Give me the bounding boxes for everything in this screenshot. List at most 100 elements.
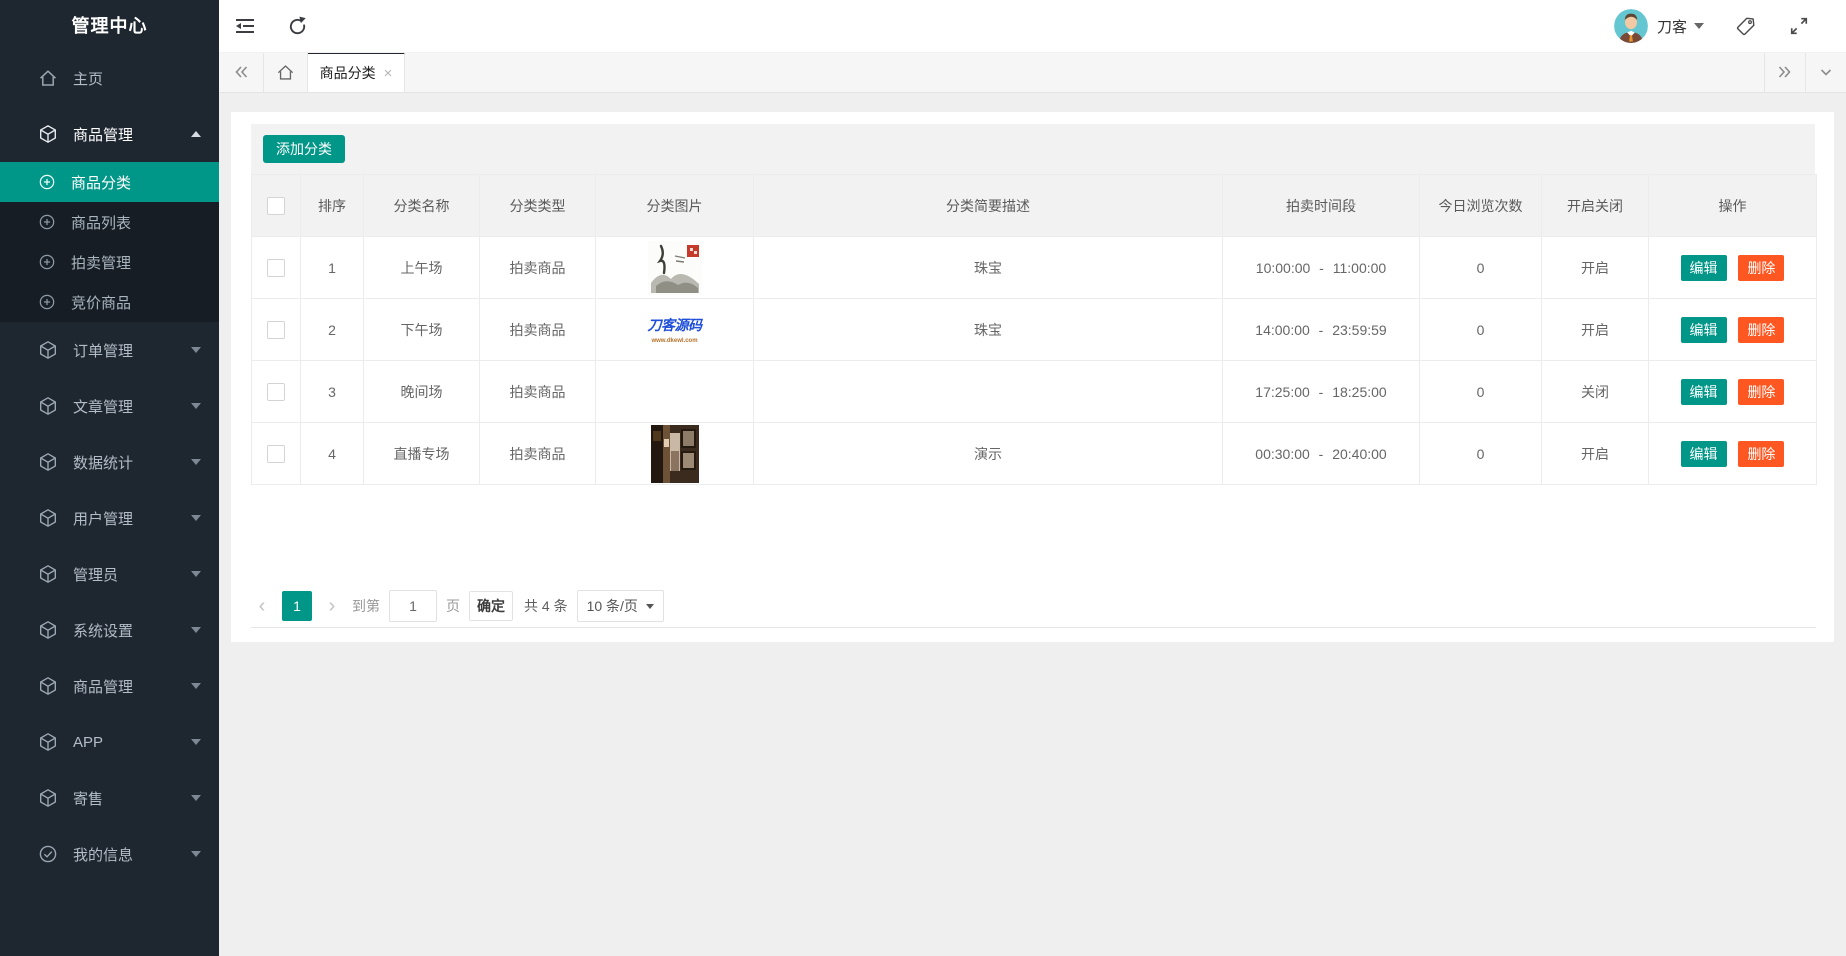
next-page-button[interactable]: › [321,591,343,621]
cell-desc: 演示 [753,422,1223,485]
goto-page-input[interactable] [389,590,437,622]
row-checkbox[interactable] [267,382,285,401]
chevron-down-icon [191,795,201,801]
tabs-menu-button[interactable] [1805,52,1846,92]
cell-time: 17:25:00 - 18:25:00 [1222,360,1420,423]
sidebar-group-orders[interactable]: 订单管理 [0,322,219,378]
sidebar-item-goods-category[interactable]: 商品分类 [0,162,219,202]
top-header: 刀客 [219,0,1846,53]
logo-url-text: www.dkewl.com [651,338,698,344]
cell-order: 3 [300,360,364,423]
column-header-actions: 操作 [1648,174,1817,237]
sidebar-group-label: 用户管理 [73,510,134,528]
sidebar-fold-button[interactable] [219,0,271,52]
total-count-label: 共 4 条 [524,598,568,614]
daoke-logo-thumbnail: 刀客源码 www.dkewl.com [646,315,704,344]
prev-page-button[interactable]: ‹ [251,591,273,621]
column-header-views: 今日浏览次数 [1419,174,1542,237]
column-header-time: 拍卖时间段 [1222,174,1420,237]
double-chevron-right-icon [1776,63,1794,81]
close-icon[interactable]: × [384,66,393,81]
cell-time: 00:30:00 - 20:40:00 [1222,422,1420,485]
sidebar-group-statistics[interactable]: 数据统计 [0,434,219,490]
sidebar-group-label: 数据统计 [73,454,134,472]
edit-button[interactable]: 编辑 [1680,316,1727,343]
sidebar-submenu: 商品分类 商品列表 拍卖管理 竞价商品 [0,162,219,322]
table-toolbar: 添加分类 [251,124,1815,174]
chevron-down-icon [191,515,201,521]
chevron-down-icon [191,403,201,409]
sidebar-group-label: 系统设置 [73,622,134,640]
add-category-button[interactable]: 添加分类 [263,135,345,163]
topbar-right-cluster: 刀客 [1613,0,1846,52]
tab-bar: 商品分类 × [219,52,1846,93]
tag-button[interactable] [1718,0,1772,52]
delete-button[interactable]: 删除 [1738,254,1785,281]
chevron-down-icon [191,347,201,353]
tab-goods-category[interactable]: 商品分类 × [308,52,405,92]
cell-desc [753,360,1223,423]
avatar [1613,9,1648,43]
sidebar-group-admins[interactable]: 管理员 [0,546,219,602]
row-checkbox[interactable] [267,258,285,277]
sidebar-group-label: 寄售 [73,790,104,808]
page-size-value: 10 条/页 [586,598,638,614]
column-header-order: 排序 [300,174,364,237]
sidebar-item-bidding-goods[interactable]: 竞价商品 [0,282,219,322]
sidebar-group-goods-management[interactable]: 商品管理 [0,106,219,162]
sidebar-item-goods-list[interactable]: 商品列表 [0,202,219,242]
table-row: 3 晚间场 拍卖商品 17:25:00 - 18:25:00 0 关闭 编辑 删… [251,360,1817,423]
cell-time: 14:00:00 - 23:59:59 [1222,298,1420,361]
table-bottom-spacer [251,485,1815,585]
sidebar-group-system-settings[interactable]: 系统设置 [0,602,219,658]
row-checkbox[interactable] [267,320,285,339]
plus-circle-icon [38,173,56,191]
cell-views: 0 [1419,236,1542,299]
sidebar-group-articles[interactable]: 文章管理 [0,378,219,434]
sidebar-item-home[interactable]: 主页 [0,50,219,106]
cube-icon [38,452,58,472]
page-size-select[interactable]: 10 条/页 [576,590,664,622]
tab-home[interactable] [264,52,308,92]
tabs-scroll-left-button[interactable] [219,52,264,92]
cell-views: 0 [1419,360,1542,423]
chevron-down-icon [191,739,201,745]
delete-button[interactable]: 删除 [1738,440,1785,467]
sidebar-group-app[interactable]: APP [0,714,219,770]
delete-button[interactable]: 删除 [1738,378,1785,405]
ink-painting-thumbnail [647,240,702,295]
row-checkbox[interactable] [267,444,285,463]
username: 刀客 [1656,18,1687,36]
delete-button[interactable]: 删除 [1738,316,1785,343]
goto-confirm-button[interactable]: 确定 [469,591,513,621]
plus-circle-icon [38,253,56,271]
edit-button[interactable]: 编辑 [1680,254,1727,281]
cell-views: 0 [1419,298,1542,361]
cell-type: 拍卖商品 [479,236,596,299]
cell-order: 4 [300,422,364,485]
tabs-scroll-right-button[interactable] [1764,52,1805,92]
sidebar-item-label: 竞价商品 [71,294,132,312]
sidebar-group-users[interactable]: 用户管理 [0,490,219,546]
page-number-button[interactable]: 1 [282,591,312,621]
sidebar-item-auction-management[interactable]: 拍卖管理 [0,242,219,282]
edit-button[interactable]: 编辑 [1680,378,1727,405]
sidebar-group-my-info[interactable]: 我的信息 [0,826,219,882]
cube-icon [38,564,58,584]
sidebar-group-label: 商品管理 [73,678,134,696]
select-all-checkbox[interactable] [267,196,285,215]
table-row: 1 上午场 拍卖商品 珠宝 10:00:00 - 11:00:00 0 开启 编… [251,236,1817,299]
logo-text: 刀客源码 [647,317,703,333]
chevron-down-icon [1817,63,1835,81]
sidebar-group-goods-management-2[interactable]: 商品管理 [0,658,219,714]
edit-button[interactable]: 编辑 [1680,440,1727,467]
pagination: ‹ 1 › 到第 页 确定 共 4 条 10 条/页 [251,585,1816,628]
refresh-button[interactable] [271,0,323,52]
chevron-down-icon [645,603,654,609]
chevron-down-icon [191,683,201,689]
user-menu[interactable]: 刀客 [1613,9,1704,43]
sidebar-group-consignment[interactable]: 寄售 [0,770,219,826]
double-chevron-left-icon [232,63,250,81]
table-row: 4 直播专场 拍卖商品 演示 00:30:00 - 20:40:00 0 开启 … [251,422,1817,485]
fullscreen-button[interactable] [1772,0,1826,52]
